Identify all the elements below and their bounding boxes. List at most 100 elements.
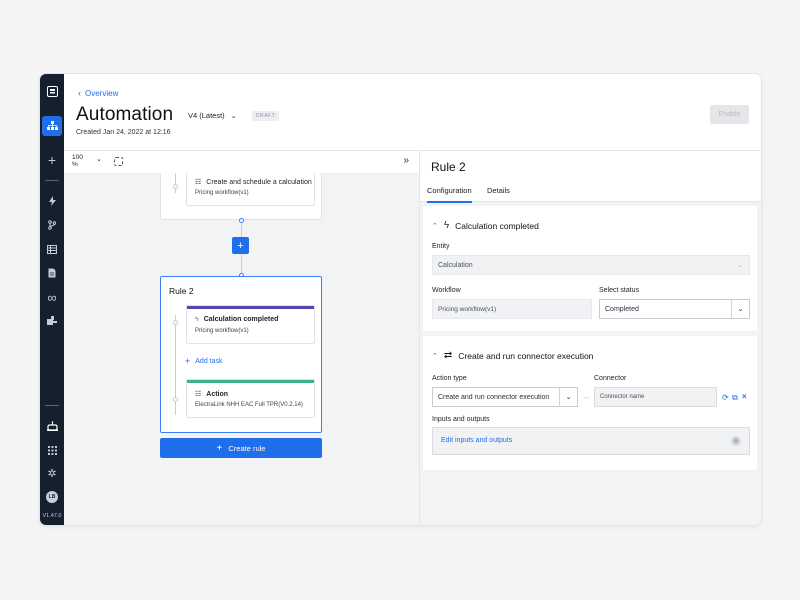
action-type-label: Action type xyxy=(432,375,467,382)
task-subtitle: Pricing workflow(v1) xyxy=(195,190,249,196)
breadcrumb[interactable]: ‹ Overview xyxy=(78,88,118,98)
add-rule-between-button[interactable]: + xyxy=(232,237,249,254)
collapse-panel-icon[interactable]: » xyxy=(403,155,409,166)
rule-card-selected[interactable]: Rule 2 ϟ Calculation completed Pricing w… xyxy=(160,276,322,433)
robot-icon[interactable] xyxy=(40,417,64,435)
trigger-subtitle: Pricing workflow(v1) xyxy=(195,328,249,334)
gear-icon[interactable]: ✲ xyxy=(40,465,64,483)
panel-title: Rule 2 xyxy=(431,160,466,174)
action-heading: Create and run connector execution xyxy=(458,350,594,361)
workflow-field[interactable]: Pricing workflow(v1) xyxy=(432,299,592,319)
io-box: Edit inputs and outputs ⚙ xyxy=(432,427,750,455)
tab-configuration[interactable]: Configuration xyxy=(427,186,472,203)
chevron-left-icon: ‹ xyxy=(78,88,81,98)
status-select[interactable]: Completed ⌄ xyxy=(599,299,750,319)
swap-arrows-icon: ↔ xyxy=(583,394,590,401)
page-header: ‹ Overview Automation V4 (Latest) ⌄ DRAF… xyxy=(64,74,761,150)
task-card[interactable]: ☷ Create and schedule a calculation Pric… xyxy=(186,173,315,206)
entity-select[interactable]: Calculation ⌄ xyxy=(432,255,750,275)
close-icon[interactable]: × xyxy=(742,392,747,401)
io-label: Inputs and outputs xyxy=(432,416,490,423)
entity-value: Calculation xyxy=(438,261,473,269)
document-icon[interactable] xyxy=(40,264,64,282)
nav-rail: + ∞ ✲ LB V1.47.0 xyxy=(40,74,64,525)
trigger-color-bar xyxy=(187,306,314,309)
canvas-toolbar: 100 % ⌄ » xyxy=(64,151,419,174)
avatar[interactable]: LB xyxy=(46,491,58,503)
chevron-up-icon[interactable]: ⌃ xyxy=(432,352,438,360)
action-card[interactable]: ☷ Action ElectraLink NHH EAC Full TPR(V0… xyxy=(186,379,315,418)
zoom-select[interactable]: 100 % xyxy=(72,154,83,168)
connector-input[interactable]: Connector name xyxy=(594,387,717,407)
connector-execution-icon: ⇄ xyxy=(443,350,453,361)
version-label: V4 (Latest) xyxy=(188,111,225,120)
trigger-title-row: ϟ Calculation completed xyxy=(195,316,278,323)
chevron-down-icon: ⌄ xyxy=(731,300,749,318)
add-task-button[interactable]: + Add task xyxy=(185,356,223,366)
chevron-down-icon: ⌄ xyxy=(559,388,577,406)
zoom-unit: % xyxy=(72,161,78,168)
action-type-value: Create and run connector execution xyxy=(438,393,550,401)
plus-icon: + xyxy=(216,442,223,454)
rule-title: Rule 2 xyxy=(169,286,194,296)
external-link-icon[interactable]: ⧉ xyxy=(732,393,738,403)
timeline-dot xyxy=(173,397,178,402)
refresh-icon[interactable]: ⟳ xyxy=(722,393,729,402)
timeline-dot xyxy=(173,184,178,189)
grid-icon[interactable] xyxy=(40,441,64,459)
infinity-icon[interactable]: ∞ xyxy=(40,288,64,306)
branch-icon[interactable] xyxy=(40,216,64,234)
trigger-section-header[interactable]: ⌃ ϟ Calculation completed xyxy=(432,220,539,231)
rail-divider xyxy=(45,405,59,406)
trigger-title: Calculation completed xyxy=(203,316,279,323)
action-section-header[interactable]: ⌃ ⇄ Create and run connector execution xyxy=(432,350,593,361)
panel-header: Rule 2 Configuration Details xyxy=(420,151,761,203)
plus-icon: + xyxy=(185,356,191,366)
fit-to-screen-icon[interactable] xyxy=(114,157,123,166)
status-value: Completed xyxy=(605,305,639,313)
tab-details[interactable]: Details xyxy=(487,186,510,195)
action-title: Action xyxy=(206,390,229,398)
version-select[interactable]: V4 (Latest) ⌄ xyxy=(188,111,237,120)
app-window: + ∞ ✲ LB V1.47.0 ‹ Overview Automation V… xyxy=(40,74,761,525)
workflow-value: Pricing workflow(v1) xyxy=(438,305,497,313)
create-rule-label: Create rule xyxy=(228,443,266,453)
chevron-down-icon: ⌄ xyxy=(230,112,237,120)
connector-icon[interactable] xyxy=(40,312,64,330)
settings-icon[interactable]: ⚙ xyxy=(731,436,741,446)
add-task-label: Add task xyxy=(195,357,223,365)
edit-io-link[interactable]: Edit inputs and outputs xyxy=(441,437,512,444)
trigger-heading: Calculation completed xyxy=(455,220,539,231)
workflow-canvas[interactable]: 100 % ⌄ » ☷ Create and schedule a calcul… xyxy=(64,150,419,525)
zoom-value: 100 xyxy=(72,154,83,161)
app-version: V1.47.0 xyxy=(42,513,62,519)
task-title: Create and schedule a calculation xyxy=(206,178,312,186)
trigger-card[interactable]: ϟ Calculation completed Pricing workflow… xyxy=(186,305,315,344)
chevron-up-icon[interactable]: ⌃ xyxy=(432,222,438,230)
task-title-row: ☷ Create and schedule a calculation xyxy=(195,178,312,187)
plus-icon[interactable]: + xyxy=(40,151,64,169)
action-type-select[interactable]: Create and run connector execution ⌄ xyxy=(432,387,578,407)
timeline-dot xyxy=(173,320,178,325)
chevron-down-icon[interactable]: ⌄ xyxy=(96,155,102,163)
bolt-icon[interactable] xyxy=(40,192,64,210)
trigger-section: ⌃ ϟ Calculation completed Entity Calcula… xyxy=(423,206,757,331)
action-color-bar xyxy=(187,380,314,383)
created-date: Created Jan 24, 2022 at 12:16 xyxy=(76,129,171,136)
rule-detail-panel: Rule 2 Configuration Details ⌃ ϟ Calcula… xyxy=(419,150,761,525)
table-icon[interactable] xyxy=(40,240,64,258)
breadcrumb-overview[interactable]: Overview xyxy=(85,89,118,98)
action-subtitle: ElectraLink NHH EAC Full TPR(V0.2.14) xyxy=(195,402,303,408)
bolt-icon: ϟ xyxy=(443,220,450,231)
action-title-row: ☷ Action xyxy=(195,390,229,399)
connector-placeholder: Connector name xyxy=(600,394,645,400)
app-logo-icon[interactable] xyxy=(40,82,64,100)
workflow-label: Workflow xyxy=(432,287,461,294)
create-rule-button[interactable]: + Create rule xyxy=(160,438,322,458)
connector-dot xyxy=(239,218,244,223)
workflow-icon[interactable] xyxy=(42,116,62,136)
rule-card[interactable]: ☷ Create and schedule a calculation Pric… xyxy=(160,173,322,220)
chevron-down-icon: ⌄ xyxy=(737,262,743,269)
enable-button[interactable]: Enable xyxy=(710,105,749,124)
status-label: Select status xyxy=(599,287,640,294)
